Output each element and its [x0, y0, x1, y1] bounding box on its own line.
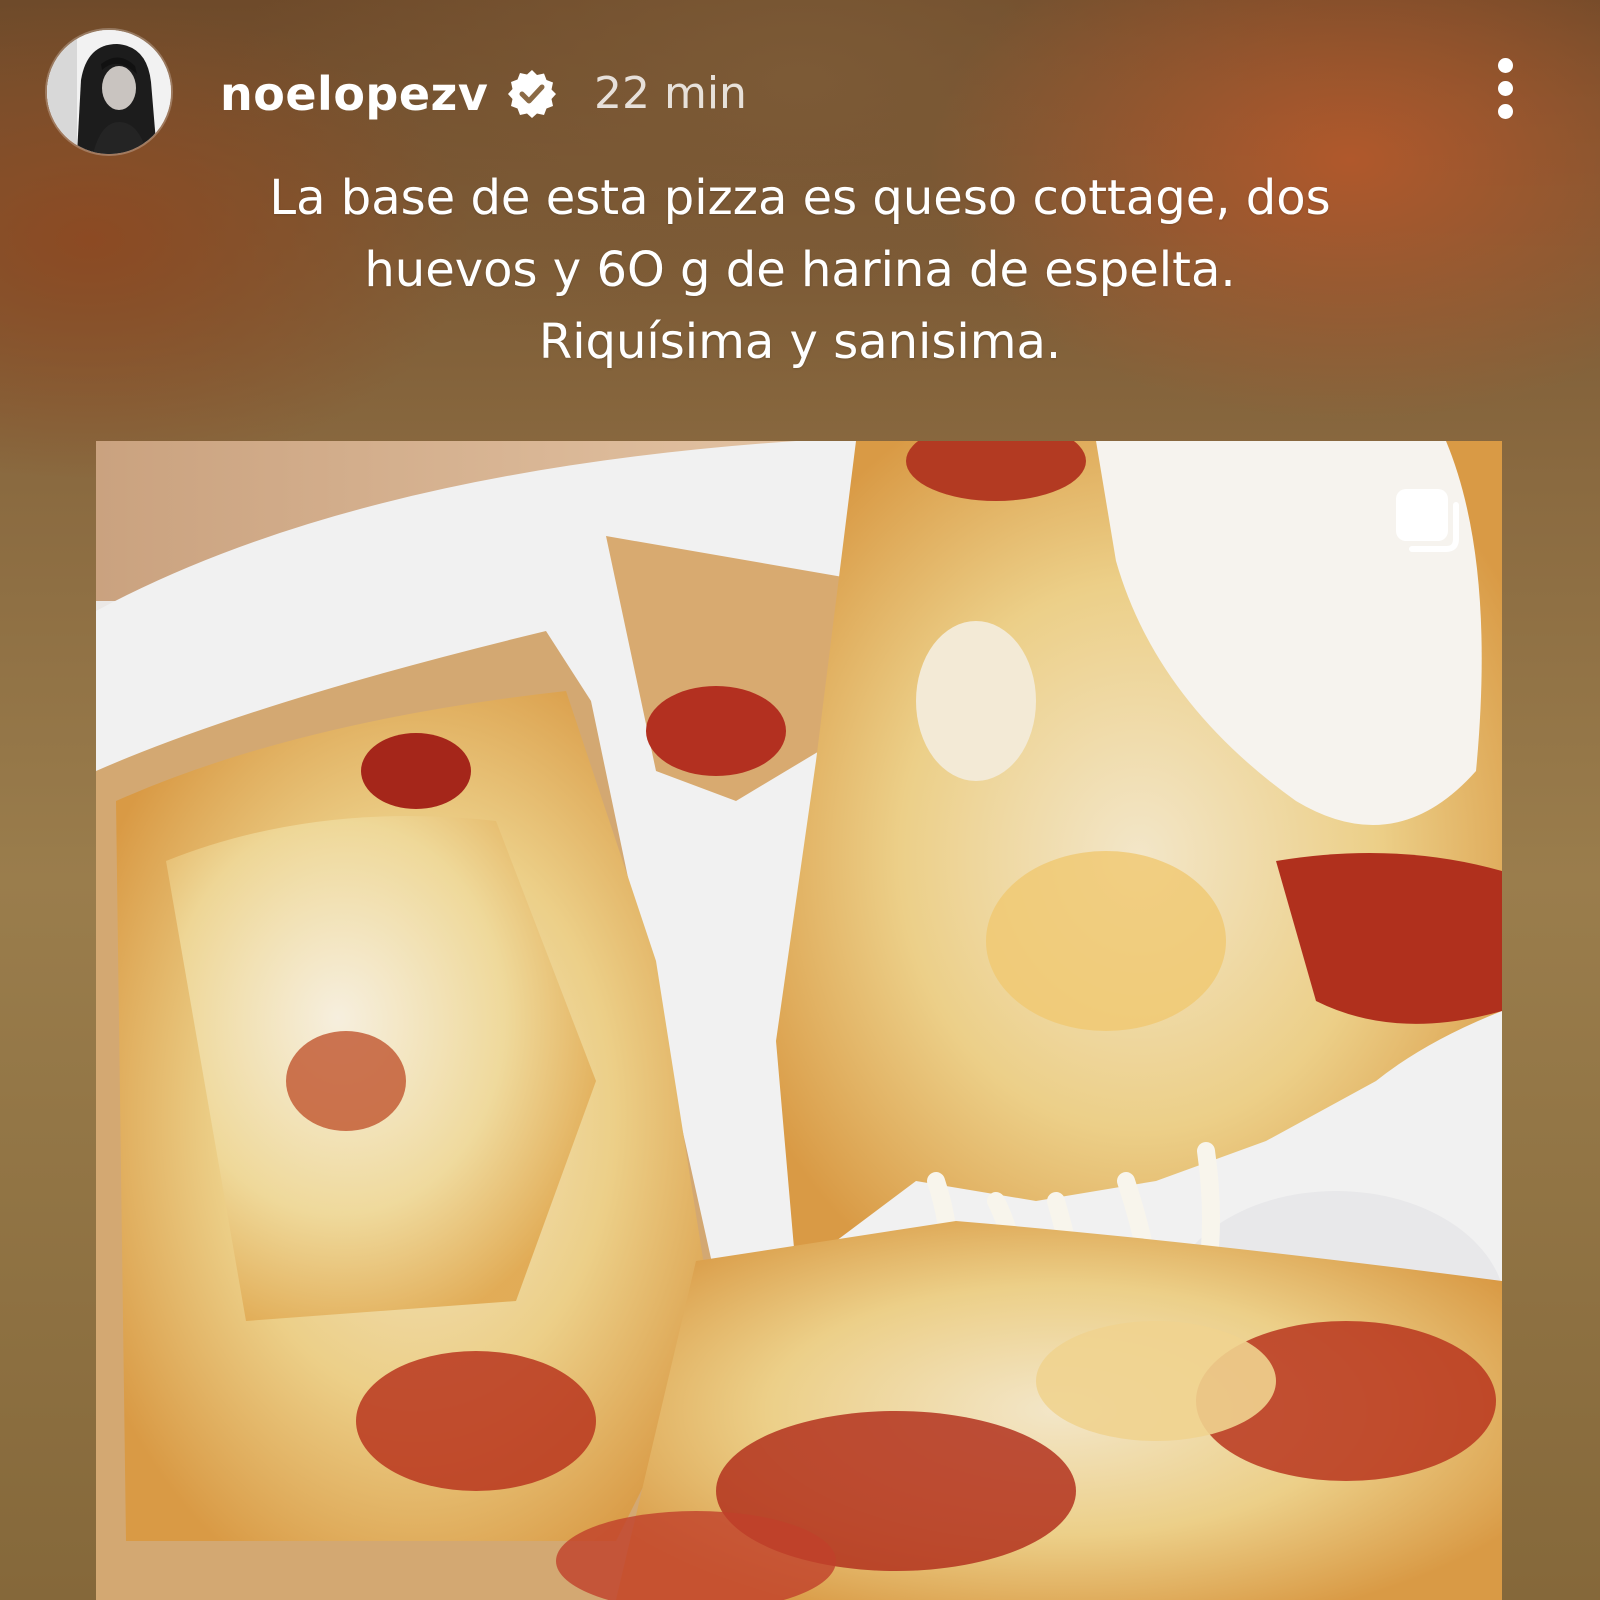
more-options-icon[interactable]	[1486, 56, 1526, 120]
post-time: 22 min	[594, 68, 747, 119]
caption-line: Riquísima y sanisima.	[538, 314, 1062, 370]
dot	[1498, 104, 1513, 119]
avatar[interactable]	[47, 30, 171, 154]
dot	[1498, 81, 1513, 96]
story-caption: La base de esta pizza es queso cottage, …	[120, 162, 1480, 378]
dot	[1498, 58, 1513, 73]
username[interactable]: noelopezv	[220, 66, 488, 122]
story-header: noelopezv 22 min La base de esta pizza e…	[0, 0, 1600, 420]
verified-badge-icon	[508, 70, 556, 118]
caption-line: huevos y 6O g de harina de espelta.	[364, 242, 1236, 298]
profile-photo-icon	[47, 30, 171, 154]
shared-post-image[interactable]	[96, 441, 1502, 1600]
pizza-photo	[96, 441, 1502, 1600]
carousel-icon	[1396, 489, 1459, 552]
caption-line: La base de esta pizza es queso cottage, …	[269, 170, 1331, 226]
